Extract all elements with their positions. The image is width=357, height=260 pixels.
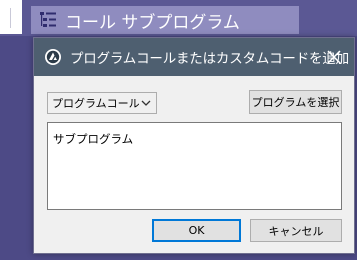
cancel-button[interactable]: キャンセル bbox=[250, 219, 342, 242]
chevron-down-icon bbox=[141, 100, 151, 106]
dialog-title: プログラムコールまたはカスタムコードを追加 bbox=[70, 51, 349, 67]
call-type-dropdown[interactable]: プログラムコール bbox=[47, 92, 157, 114]
dialog-titlebar[interactable]: プログラムコールまたはカスタムコードを追加 bbox=[34, 38, 354, 76]
select-program-button[interactable]: プログラムを選択 bbox=[249, 90, 342, 114]
node-label: コール サブプログラム bbox=[65, 12, 240, 33]
close-icon bbox=[327, 50, 341, 64]
workspace-ruler bbox=[0, 0, 22, 34]
close-button[interactable] bbox=[314, 38, 354, 76]
code-textarea[interactable]: サブプログラム bbox=[47, 122, 342, 210]
add-program-call-dialog: プログラムコールまたはカスタムコードを追加 プログラムコール プログラムを選択 … bbox=[33, 37, 355, 254]
app-logo-icon bbox=[44, 48, 62, 66]
call-type-selected: プログラムコール bbox=[52, 97, 140, 110]
ok-button[interactable]: OK bbox=[152, 219, 241, 242]
call-subprogram-node[interactable]: コール サブプログラム bbox=[31, 6, 299, 34]
list-icon bbox=[37, 9, 59, 31]
